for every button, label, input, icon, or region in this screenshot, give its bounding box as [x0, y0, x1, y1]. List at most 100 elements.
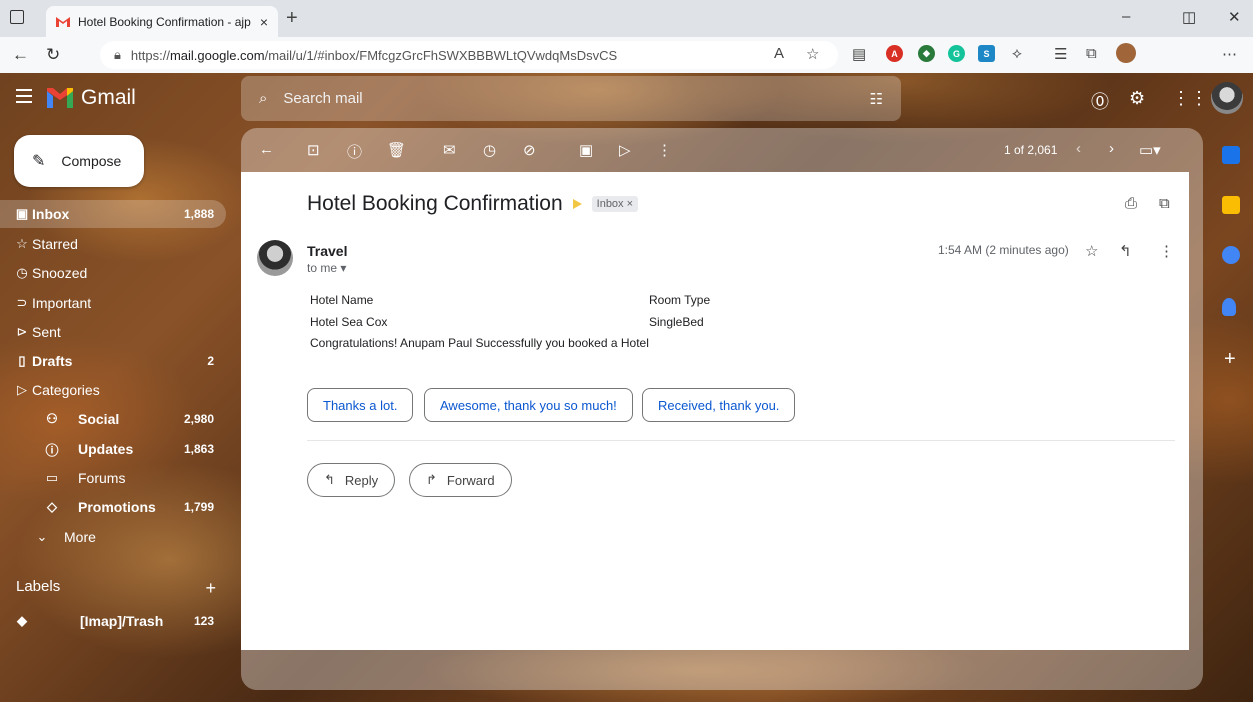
- window-close-icon[interactable]: ✕: [1228, 8, 1241, 26]
- calendar-icon[interactable]: [1222, 146, 1240, 164]
- more-options-icon[interactable]: ⋮: [657, 141, 672, 159]
- tasks-icon[interactable]: [1222, 246, 1240, 264]
- settings-gear-icon[interactable]: ⚙: [1129, 88, 1145, 109]
- label-icon: ▷: [17, 382, 27, 397]
- profile-avatar[interactable]: [1116, 43, 1136, 63]
- tab-actions-icon[interactable]: [10, 10, 24, 24]
- extension-icon[interactable]: S: [978, 45, 995, 62]
- sidebar-item-drafts[interactable]: ▯ Drafts 2: [0, 347, 226, 375]
- more-vert-icon[interactable]: ⋮: [1159, 242, 1174, 260]
- sidebar-item-inbox[interactable]: ▣ Inbox 1,888: [0, 200, 226, 228]
- mark-unread-icon[interactable]: ✉: [443, 141, 456, 159]
- grammarly-icon[interactable]: G: [948, 45, 965, 62]
- labels-header: Labels +: [16, 578, 216, 599]
- extensions-icon[interactable]: ⟡: [1012, 45, 1022, 62]
- apps-grid-icon[interactable]: ⋮⋮: [1172, 88, 1208, 109]
- sender-name[interactable]: Travel: [307, 243, 347, 259]
- body-col2-header: Room Type: [649, 293, 711, 307]
- add-to-tasks-icon[interactable]: ⊘: [523, 141, 536, 159]
- restore-icon[interactable]: ◫: [1182, 8, 1196, 26]
- draft-icon: ▯: [18, 353, 26, 368]
- extension-icon[interactable]: ▤: [852, 45, 866, 63]
- read-aloud-icon[interactable]: A: [774, 45, 784, 62]
- sidebar-item-starred[interactable]: ☆ Starred: [0, 230, 226, 258]
- archive-icon[interactable]: ⊡: [307, 141, 320, 159]
- inbox-label-chip[interactable]: Inbox ×: [591, 196, 639, 212]
- add-addon-icon[interactable]: +: [1224, 348, 1236, 371]
- collections-icon[interactable]: ⧉: [1086, 45, 1097, 62]
- new-tab-icon[interactable]: +: [286, 7, 298, 30]
- favorites-icon[interactable]: ☰: [1054, 45, 1067, 63]
- more-menu-icon[interactable]: ⋯: [1222, 45, 1237, 63]
- forward-icon: ↱: [426, 472, 437, 487]
- sidebar-item-imap-trash[interactable]: ◆ [Imap]/Trash 123: [0, 607, 226, 635]
- back-to-inbox-icon[interactable]: ←: [259, 141, 274, 158]
- star-icon[interactable]: ☆: [1085, 242, 1098, 260]
- recipient-details[interactable]: to me ▾: [307, 261, 346, 275]
- search-bar[interactable]: ⌕ Search mail ☷: [241, 76, 901, 121]
- reply-button[interactable]: ↰ Reply: [307, 463, 396, 497]
- open-new-window-icon[interactable]: ⧉: [1159, 195, 1170, 212]
- tab-close-icon[interactable]: ×: [260, 14, 268, 30]
- input-tools-icon[interactable]: ▭▾: [1139, 141, 1161, 159]
- sender-avatar[interactable]: [257, 240, 293, 276]
- browser-tab-bar: Hotel Booking Confirmation - ajp × + – ◫…: [0, 0, 1253, 37]
- sidebar-item-forums[interactable]: ▭ Forums: [0, 464, 226, 492]
- star-icon: ☆: [16, 236, 28, 251]
- smart-reply-3[interactable]: Received, thank you.: [642, 388, 796, 422]
- message-time: 1:54 AM (2 minutes ago): [938, 243, 1069, 257]
- forward-button[interactable]: ↱ Forward: [409, 463, 512, 497]
- search-input[interactable]: Search mail: [283, 90, 853, 107]
- help-icon[interactable]: ⓪: [1091, 88, 1109, 114]
- gmail-logo[interactable]: Gmail: [47, 86, 136, 110]
- app-name: Gmail: [81, 86, 136, 109]
- extension-icon[interactable]: ◆: [918, 45, 935, 62]
- body-col2-value: SingleBed: [649, 315, 704, 329]
- message-toolbar: ← ⊡ ⓘ 🗑︎ ✉ ◷ ⊘ ▣ ▷ ⋮ 1 of 2,061 ‹ › ▭▾: [241, 128, 1203, 172]
- browser-tab[interactable]: Hotel Booking Confirmation - ajp ×: [46, 6, 278, 37]
- sidebar-item-important[interactable]: ⊃ Important: [0, 289, 226, 317]
- add-favorite-icon[interactable]: ☆: [806, 45, 819, 63]
- important-icon: ⊃: [16, 295, 28, 310]
- refresh-icon[interactable]: ↻: [46, 45, 60, 65]
- tag-icon: ◇: [47, 499, 57, 514]
- minimize-icon[interactable]: –: [1122, 8, 1130, 25]
- search-options-icon[interactable]: ☷: [870, 90, 883, 108]
- account-avatar[interactable]: [1211, 82, 1243, 114]
- sidebar-item-social[interactable]: ⚇ Social 2,980: [0, 405, 226, 433]
- contacts-icon[interactable]: [1222, 298, 1236, 316]
- reply-icon[interactable]: ↰: [1119, 242, 1132, 260]
- body-note: Congratulations! Anupam Paul Successfull…: [310, 336, 649, 350]
- print-icon[interactable]: ⎙: [1125, 195, 1137, 212]
- sidebar-item-promotions[interactable]: ◇ Promotions 1,799: [0, 493, 226, 521]
- keep-icon[interactable]: [1222, 196, 1240, 214]
- add-label-icon[interactable]: +: [205, 578, 216, 599]
- delete-icon[interactable]: 🗑︎: [387, 141, 406, 159]
- inbox-icon: ▣: [15, 206, 29, 221]
- important-marker-icon[interactable]: [572, 199, 582, 209]
- people-icon: ⚇: [46, 411, 58, 426]
- sidebar-item-categories[interactable]: ▷ Categories: [0, 376, 226, 404]
- newer-chevron-icon[interactable]: ‹: [1076, 140, 1081, 157]
- main-menu-icon[interactable]: [16, 89, 32, 107]
- smart-reply-2[interactable]: Awesome, thank you so much!: [424, 388, 633, 422]
- body-col1-header: Hotel Name: [310, 293, 374, 307]
- message-subject: Hotel Booking Confirmation Inbox ×: [307, 192, 639, 216]
- smart-reply-1[interactable]: Thanks a lot.: [307, 388, 414, 422]
- gmail-m-icon: [47, 88, 73, 108]
- sidebar-item-updates[interactable]: ⓘ Updates 1,863: [0, 435, 226, 463]
- snooze-icon[interactable]: ◷: [483, 141, 496, 159]
- search-icon[interactable]: ⌕: [259, 90, 267, 107]
- sidebar-item-snoozed[interactable]: ◷ Snoozed: [0, 259, 226, 287]
- adblock-icon[interactable]: A: [886, 45, 903, 62]
- compose-button[interactable]: ✎ Compose: [14, 135, 144, 187]
- body-col1-value: Hotel Sea Cox: [310, 315, 388, 329]
- report-spam-icon[interactable]: ⓘ: [347, 141, 362, 162]
- older-chevron-icon[interactable]: ›: [1109, 140, 1114, 157]
- labels-icon[interactable]: ▷: [619, 141, 631, 159]
- sidebar-item-sent[interactable]: ⊳ Sent: [0, 318, 226, 346]
- sidebar-item-more[interactable]: ⌄ More: [0, 523, 226, 551]
- move-to-icon[interactable]: ▣: [579, 141, 593, 159]
- address-bar[interactable]: 🔒︎ https://mail.google.com/mail/u/1/#inb…: [100, 41, 838, 69]
- back-arrow-icon[interactable]: ←: [12, 45, 29, 65]
